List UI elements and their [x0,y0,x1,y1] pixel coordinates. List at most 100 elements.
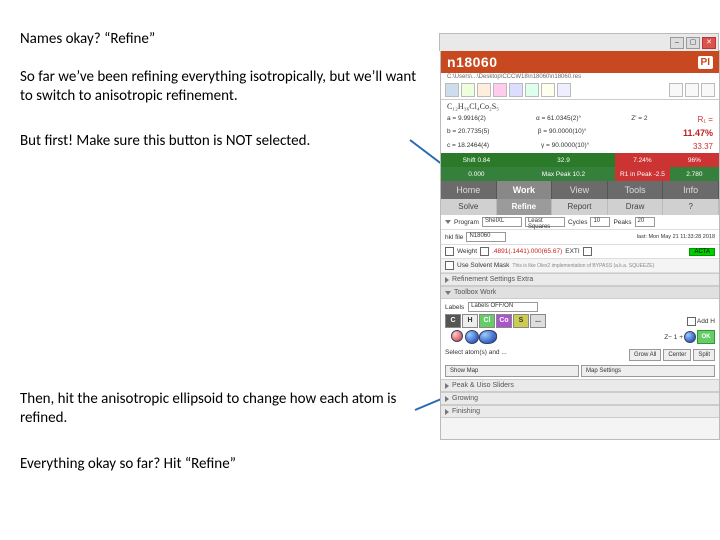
expand-icon[interactable] [445,220,451,224]
subtab-refine[interactable]: Refine [497,199,553,215]
weight-row: Weight .4891(.1441).000(65.67) EXTI ACTA [441,245,719,259]
structure-name: n18060 [447,54,497,70]
stat-bar-1: Shift 0.84 32.9 7.24% 96% [441,153,719,167]
show-map-button[interactable]: Show Map [445,365,579,377]
stat-1c: 7.24% [615,153,670,167]
hkl-select[interactable]: N18060 [466,232,506,242]
tab-info[interactable]: Info [663,181,719,199]
instruction-4: Then, hit the anisotropic ellipsoid to c… [20,390,420,428]
anisotropic-button[interactable] [479,330,497,344]
last-run: last: Mon May 21 11:33:28 2018 [637,234,715,240]
addh-label: Add H [697,318,715,325]
mask-checkbox[interactable] [445,261,454,270]
main-tabs: Home Work View Tools Info [441,181,719,199]
weight-value: .4891(.1441).000(65.67) [492,248,562,255]
ok-button[interactable]: OK [697,330,715,344]
element-more[interactable]: ... [530,314,546,328]
element-co[interactable]: Co [496,314,512,328]
chevron-right-icon [445,409,449,415]
subtab-report[interactable]: Report [552,199,608,215]
olex2-panel: – ▢ ✕ n18060 PI C:\Users\...\Desktop\CCC… [440,50,720,440]
growing-header[interactable]: Growing [441,392,719,405]
stat-1b: 32.9 [512,153,615,167]
element-h[interactable]: H [462,314,478,328]
select-label: Select atom(s) and ... [445,349,507,361]
maxpeak-label: Max Peak [542,171,571,178]
exti-label: EXTI [565,248,579,255]
sphere-button[interactable] [465,330,479,344]
shift-value: 0.84 [478,157,491,164]
labels-select[interactable]: Labels OFF/ON [468,302,538,312]
map-settings-button[interactable]: Map Settings [581,365,715,377]
stat-1d: 96% [670,153,719,167]
cycles-input[interactable]: 10 [590,217,610,227]
tool-icon-4[interactable] [493,83,507,97]
instruction-5: Everything okay so far? Hit “Refine” [20,455,420,474]
tool-icon-5[interactable] [509,83,523,97]
subtab-draw[interactable]: Draw [608,199,664,215]
chevron-right-icon [445,396,449,402]
r1peak-value: -2.5 [654,171,665,178]
stat-2a: 0.000 [441,167,512,181]
tab-view[interactable]: View [552,181,608,199]
tab-work[interactable]: Work [497,181,553,199]
tool-icon-6[interactable] [525,83,539,97]
r1-label: R₁ = [698,115,713,124]
tool-icon-8[interactable] [557,83,571,97]
split-button[interactable]: Split [693,349,715,361]
growing-label: Growing [452,395,478,402]
z-control[interactable]: Z− 1 + [664,334,683,341]
cell-a: a = 9.9916(2) [447,115,486,124]
element-c[interactable]: C [445,314,461,328]
instruction-2: So far we’ve been refining everything is… [20,68,420,106]
chevron-right-icon [445,383,449,389]
isotropic-button[interactable] [451,330,463,342]
tab-home[interactable]: Home [441,181,497,199]
center-button[interactable]: Center [663,349,691,361]
grow-all-button[interactable]: Grow All [629,349,661,361]
element-cl[interactable]: Cl [479,314,495,328]
finishing-header[interactable]: Finishing [441,405,719,418]
wr2-value: 33.37 [693,142,713,151]
weight-label: Weight [457,248,477,255]
tool-icon-3[interactable] [477,83,491,97]
tool-icon-1[interactable] [445,83,459,97]
peaks-input[interactable]: 20 [635,217,655,227]
method-select[interactable]: Least Squares [525,217,565,227]
toolbox-header[interactable]: Toolbox Work [441,286,719,299]
instruction-1: Names okay? “Refine” [20,30,420,49]
stat-2d: 2.780 [670,167,719,181]
tool-icon-9[interactable] [669,83,683,97]
element-s[interactable]: S [513,314,529,328]
mask-note: This is like Olex2 implementation of BYP… [512,263,654,269]
tool-icon-2[interactable] [461,83,475,97]
weight-checkbox-2[interactable] [480,247,489,256]
file-path: C:\Users\...\Desktop\CCCW18\n18060\n1806… [441,73,719,81]
tool-icon-10[interactable] [685,83,699,97]
mask-row: Use Solvent Mask This is like Olex2 impl… [441,259,719,273]
tool-icon-7[interactable] [541,83,555,97]
chevron-down-icon [445,291,451,295]
weight-checkbox[interactable] [445,247,454,256]
subtab-other[interactable]: ? [663,199,719,215]
tool-icon-11[interactable] [701,83,715,97]
minimize-button[interactable]: – [670,37,684,49]
sphere-icon-2[interactable] [684,331,696,343]
cell-row-1: a = 9.9916(2) α = 61.0345(2)° Z' = 2 R₁ … [441,113,719,126]
toolbox-body: Labels Labels OFF/ON C H Cl Co S ... Add… [441,299,719,347]
peak-sliders-header[interactable]: Peak & Uiso Sliders [441,379,719,392]
cell-c: c = 18.2464(4) [447,142,489,151]
program-select[interactable]: ShelXL [482,217,522,227]
shift-label: Shift [463,157,476,164]
r1-value: 11.47% [683,128,713,138]
acta-badge[interactable]: ACTA [689,248,715,256]
exti-checkbox[interactable] [583,247,592,256]
maximize-button[interactable]: ▢ [686,37,700,49]
close-button[interactable]: ✕ [702,37,716,49]
addh-checkbox[interactable] [687,317,696,326]
subtab-solve[interactable]: Solve [441,199,497,215]
cell-row-2: b = 20.7735(5) β = 90.0000(10)° 11.47% [441,126,719,140]
refine-extra-header[interactable]: Refinement Settings Extra [441,273,719,286]
pi-badge: PI [698,56,713,69]
tab-tools[interactable]: Tools [608,181,664,199]
